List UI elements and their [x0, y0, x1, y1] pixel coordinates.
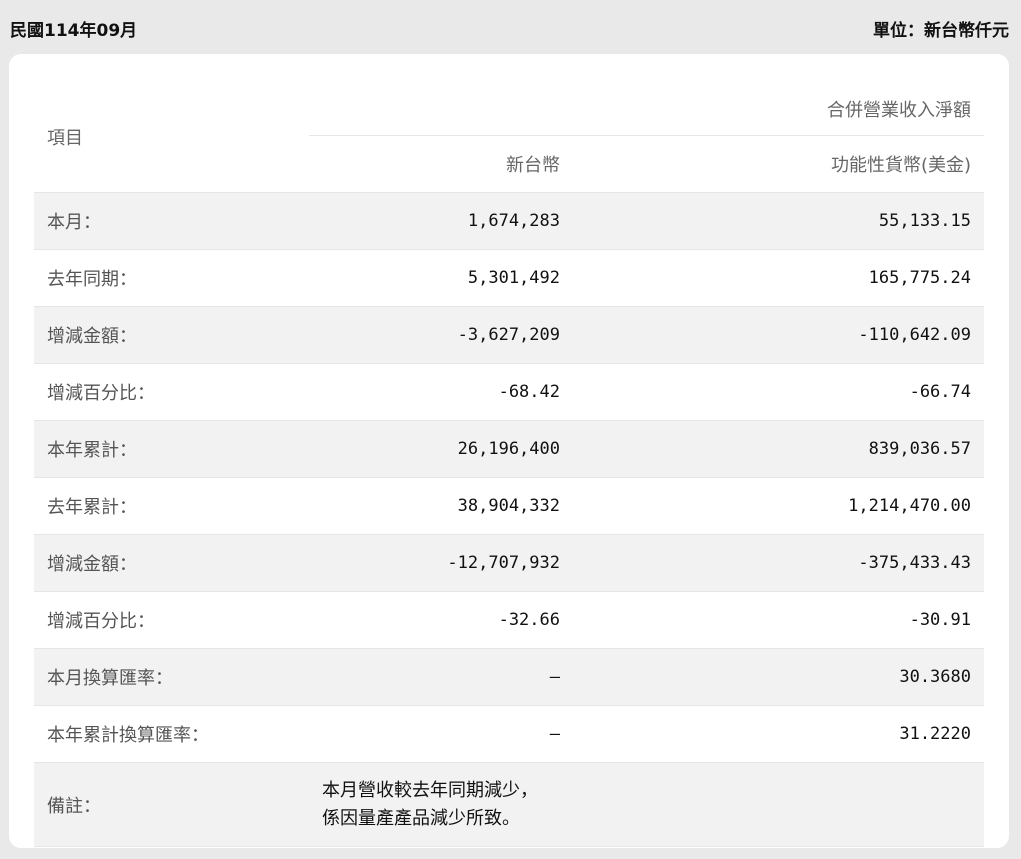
usd-value: 165,775.24 [573, 249, 984, 307]
remark-label: 備註： [34, 762, 309, 847]
usd-value: 55,133.15 [573, 192, 984, 250]
table-row: 去年累計： 38,904,332 1,214,470.00 [34, 477, 984, 535]
revenue-card: 項目 合併營業收入淨額 新台幣 功能性貨幣(美金) 本月： 1,674,283 … [9, 54, 1009, 848]
remark-line-1: 本月營收較去年同期減少， [322, 779, 538, 801]
twd-value: – [309, 705, 573, 763]
table-row: 本月換算匯率： – 30.3680 [34, 648, 984, 706]
top-bar: 民國114年09月 單位：新台幣仟元 [10, 16, 1009, 44]
twd-header: 新台幣 [309, 135, 573, 193]
usd-value: 1,214,470.00 [573, 477, 984, 535]
usd-value: 31.2220 [573, 705, 984, 763]
row-label: 本年累計： [34, 420, 309, 478]
table-row: 本月： 1,674,283 55,133.15 [34, 192, 984, 250]
remark-line-2: 係因量產產品減少所致。 [322, 807, 520, 829]
twd-value: 38,904,332 [309, 477, 573, 535]
twd-value: -12,707,932 [309, 534, 573, 592]
twd-value: 26,196,400 [309, 420, 573, 478]
usd-value: 839,036.57 [573, 420, 984, 478]
row-label: 增減百分比： [34, 363, 309, 421]
row-label: 本年累計換算匯率： [34, 705, 309, 763]
remark-row: 備註： 本月營收較去年同期減少， 係因量產產品減少所致。 [34, 762, 984, 847]
row-label: 去年同期： [34, 249, 309, 307]
usd-value: -375,433.43 [573, 534, 984, 592]
table-row: 增減金額： -3,627,209 -110,642.09 [34, 306, 984, 364]
row-label: 本月換算匯率： [34, 648, 309, 706]
table-row: 增減金額： -12,707,932 -375,433.43 [34, 534, 984, 592]
table-row: 去年同期： 5,301,492 165,775.24 [34, 249, 984, 307]
usd-header: 功能性貨幣(美金) [573, 135, 984, 193]
table-row: 增減百分比： -32.66 -30.91 [34, 591, 984, 649]
usd-value: -30.91 [573, 591, 984, 649]
twd-value: -68.42 [309, 363, 573, 421]
row-label: 增減金額： [34, 306, 309, 364]
usd-value: -110,642.09 [573, 306, 984, 364]
table-row: 本年累計： 26,196,400 839,036.57 [34, 420, 984, 478]
remark-text: 本月營收較去年同期減少， 係因量產產品減少所致。 [309, 762, 984, 847]
twd-value: -3,627,209 [309, 306, 573, 364]
twd-value: -32.66 [309, 591, 573, 649]
row-label: 增減金額： [34, 534, 309, 592]
period-label: 民國114年09月 [10, 21, 138, 41]
row-label: 去年累計： [34, 477, 309, 535]
usd-value: 30.3680 [573, 648, 984, 706]
group-header: 合併營業收入淨額 [309, 82, 984, 136]
twd-value: – [309, 648, 573, 706]
unit-label: 單位：新台幣仟元 [873, 21, 1009, 41]
table-row: 本年累計換算匯率： – 31.2220 [34, 705, 984, 763]
row-label: 增減百分比： [34, 591, 309, 649]
item-header: 項目 [34, 82, 309, 193]
table-row: 增減百分比： -68.42 -66.74 [34, 363, 984, 421]
usd-value: -66.74 [573, 363, 984, 421]
twd-value: 1,674,283 [309, 192, 573, 250]
twd-value: 5,301,492 [309, 249, 573, 307]
row-label: 本月： [34, 192, 309, 250]
revenue-table: 項目 合併營業收入淨額 新台幣 功能性貨幣(美金) 本月： 1,674,283 … [34, 82, 984, 847]
